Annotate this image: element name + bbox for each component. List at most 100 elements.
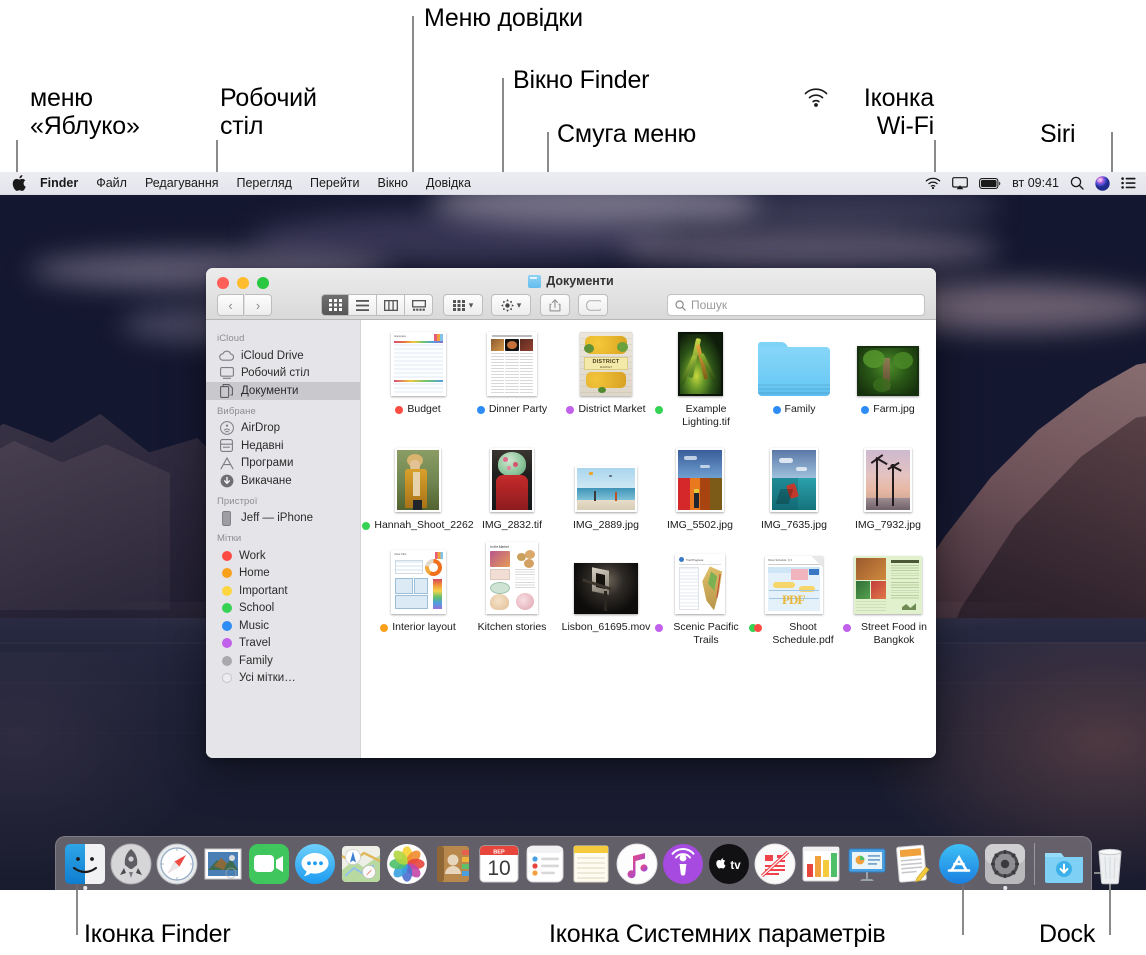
- file-name: Example Lighting.tif: [655, 403, 745, 429]
- file-item-img2832[interactable]: IMG_2832.tif: [465, 447, 559, 532]
- sidebar-item-desktop[interactable]: Робочий стіл: [206, 365, 360, 383]
- file-item-shoot-schedule-pdf[interactable]: Shoot Schedule Q 3 PDF Shoot Schedule.pd…: [747, 550, 841, 647]
- dock-item-trash[interactable]: [1088, 842, 1132, 886]
- sidebar-item-airdrop[interactable]: AirDrop: [206, 420, 360, 438]
- finder-sidebar[interactable]: iCloud iCloud Drive Робочий стіл Докумен…: [206, 320, 361, 758]
- dock[interactable]: ВЕР 10 tv: [55, 836, 1122, 890]
- dock-item-finder[interactable]: [63, 842, 107, 890]
- dock-item-music[interactable]: [615, 842, 659, 886]
- sidebar-item-downloads[interactable]: Викачане: [206, 472, 360, 490]
- airplay-icon[interactable]: [952, 176, 969, 190]
- dock-item-keynote[interactable]: [845, 842, 889, 886]
- tags-button[interactable]: [578, 294, 608, 316]
- file-item-farm[interactable]: Farm.jpg: [841, 332, 935, 429]
- siri-icon[interactable]: [1095, 175, 1110, 191]
- file-item-family-folder[interactable]: Family: [747, 332, 841, 429]
- column-view-button[interactable]: [377, 294, 405, 316]
- share-button[interactable]: [540, 294, 570, 316]
- list-view-button[interactable]: [349, 294, 377, 316]
- dock-item-numbers[interactable]: [799, 842, 843, 886]
- gallery-view-button[interactable]: [405, 294, 433, 316]
- file-item-img5502[interactable]: IMG_5502.jpg: [653, 447, 747, 532]
- menu-bar-clock[interactable]: вт 09:41: [1012, 176, 1059, 190]
- dock-item-downloads-folder[interactable]: [1042, 842, 1086, 886]
- menu-item-window[interactable]: Вікно: [369, 176, 417, 190]
- file-item-img7932[interactable]: IMG_7932.jpg: [841, 447, 935, 532]
- file-thumbnail: [854, 550, 922, 615]
- dock-item-calendar[interactable]: ВЕР 10: [477, 842, 521, 886]
- sidebar-section-favorites: Вибране: [217, 405, 256, 417]
- file-item-street-food-bangkok[interactable]: Street Food in Bangkok: [841, 550, 935, 647]
- menu-item-edit[interactable]: Редагування: [136, 176, 228, 190]
- menu-item-file[interactable]: Файл: [87, 176, 136, 190]
- sidebar-item-applications[interactable]: Програми: [206, 455, 360, 473]
- battery-icon[interactable]: [979, 177, 1001, 189]
- finder-file-grid[interactable]: Expenses Budget Dinner Party DISTRICT MA…: [361, 320, 936, 758]
- sidebar-item-tag-music[interactable]: Music: [206, 617, 360, 635]
- dock-item-contacts[interactable]: [431, 842, 475, 886]
- sidebar-item-tag-all[interactable]: Усі мітки…: [206, 670, 360, 688]
- file-name: IMG_5502.jpg: [667, 518, 733, 531]
- menu-item-help[interactable]: Довідка: [417, 176, 480, 190]
- menu-item-view[interactable]: Перегляд: [228, 176, 301, 190]
- sidebar-item-tag-work[interactable]: Work: [206, 547, 360, 565]
- leader-siri: [1111, 132, 1113, 172]
- sidebar-item-tag-important[interactable]: Important: [206, 582, 360, 600]
- sidebar-item-recents[interactable]: Недавні: [206, 437, 360, 455]
- file-item-lisbon-mov[interactable]: Lisbon_61695.mov: [559, 550, 653, 647]
- sidebar-item-tag-family[interactable]: Family: [206, 652, 360, 670]
- icon-view-button[interactable]: [321, 294, 349, 316]
- group-by-control: ▾ ▾: [443, 294, 531, 316]
- dock-item-reminders[interactable]: [523, 842, 567, 886]
- menu-item-finder[interactable]: Finder: [38, 176, 87, 190]
- control-center-icon[interactable]: [1121, 177, 1136, 189]
- dock-item-apple-tv[interactable]: tv: [707, 842, 751, 886]
- chevron-down-icon: ▾: [516, 299, 522, 310]
- sidebar-item-tag-travel[interactable]: Travel: [206, 635, 360, 653]
- sidebar-item-tag-home[interactable]: Home: [206, 565, 360, 583]
- file-item-scenic-pacific-trails[interactable]: Trail Progress Scenic Pacific Trails: [653, 550, 747, 647]
- finder-window-title: Документи: [206, 274, 936, 288]
- file-item-img7635[interactable]: IMG_7635.jpg: [747, 447, 841, 532]
- chevron-down-icon: ▾: [468, 299, 474, 310]
- file-item-kitchen-stories[interactable]: In the Market Kitchen stories: [465, 542, 559, 647]
- spotlight-search-icon[interactable]: [1070, 176, 1084, 190]
- menu-bar[interactable]: Finder Файл Редагування Перегляд Перейти…: [0, 172, 1146, 195]
- sidebar-item-documents[interactable]: Документи: [206, 382, 360, 400]
- back-button[interactable]: ‹: [217, 294, 244, 316]
- dock-item-maps[interactable]: [339, 842, 383, 886]
- sidebar-item-jeff-iphone[interactable]: Jeff — iPhone: [206, 510, 360, 528]
- file-item-example-lighting[interactable]: Example Lighting.tif: [653, 332, 747, 429]
- group-by-button[interactable]: ▾: [443, 294, 483, 316]
- sidebar-item-icloud-drive[interactable]: iCloud Drive: [206, 347, 360, 365]
- file-item-img2889[interactable]: IMG_2889.jpg: [559, 448, 653, 532]
- dock-item-notes[interactable]: [569, 842, 613, 886]
- wifi-icon[interactable]: [925, 177, 941, 189]
- dock-item-system-preferences[interactable]: [983, 842, 1027, 890]
- file-name: IMG_2889.jpg: [573, 518, 639, 531]
- forward-button[interactable]: ›: [245, 294, 272, 316]
- search-input[interactable]: Пошук: [667, 294, 925, 316]
- dock-item-pages[interactable]: [891, 842, 935, 886]
- dock-item-news[interactable]: [753, 842, 797, 886]
- dock-item-podcasts[interactable]: [661, 842, 705, 886]
- sidebar-item-tag-school[interactable]: School: [206, 600, 360, 618]
- apple-menu-icon[interactable]: [12, 175, 26, 191]
- dock-item-launchpad[interactable]: [109, 842, 153, 886]
- finder-titlebar[interactable]: Документи ‹ › ▾ ▾ Пошук: [206, 268, 936, 320]
- dock-item-safari[interactable]: [155, 842, 199, 886]
- dock-item-app-store[interactable]: [937, 842, 981, 886]
- action-menu-button[interactable]: ▾: [491, 294, 531, 316]
- file-item-district-market[interactable]: DISTRICT MARKET District Market: [559, 332, 653, 429]
- file-item-interior-layout[interactable]: Floor Plan Interior layout: [371, 550, 465, 647]
- file-thumbnail: [575, 448, 637, 512]
- file-item-dinner-party[interactable]: Dinner Party: [465, 332, 559, 429]
- finder-window[interactable]: Документи ‹ › ▾ ▾ Пошук iCloud iCloud Dr…: [206, 268, 936, 758]
- dock-item-mail[interactable]: [201, 842, 245, 886]
- dock-item-facetime[interactable]: [247, 842, 291, 886]
- dock-item-messages[interactable]: [293, 842, 337, 886]
- file-item-budget[interactable]: Expenses Budget: [371, 332, 465, 429]
- menu-item-go[interactable]: Перейти: [301, 176, 369, 190]
- file-item-hannah-shoot[interactable]: Hannah_Shoot_2262: [362, 447, 474, 532]
- dock-item-photos[interactable]: [385, 842, 429, 886]
